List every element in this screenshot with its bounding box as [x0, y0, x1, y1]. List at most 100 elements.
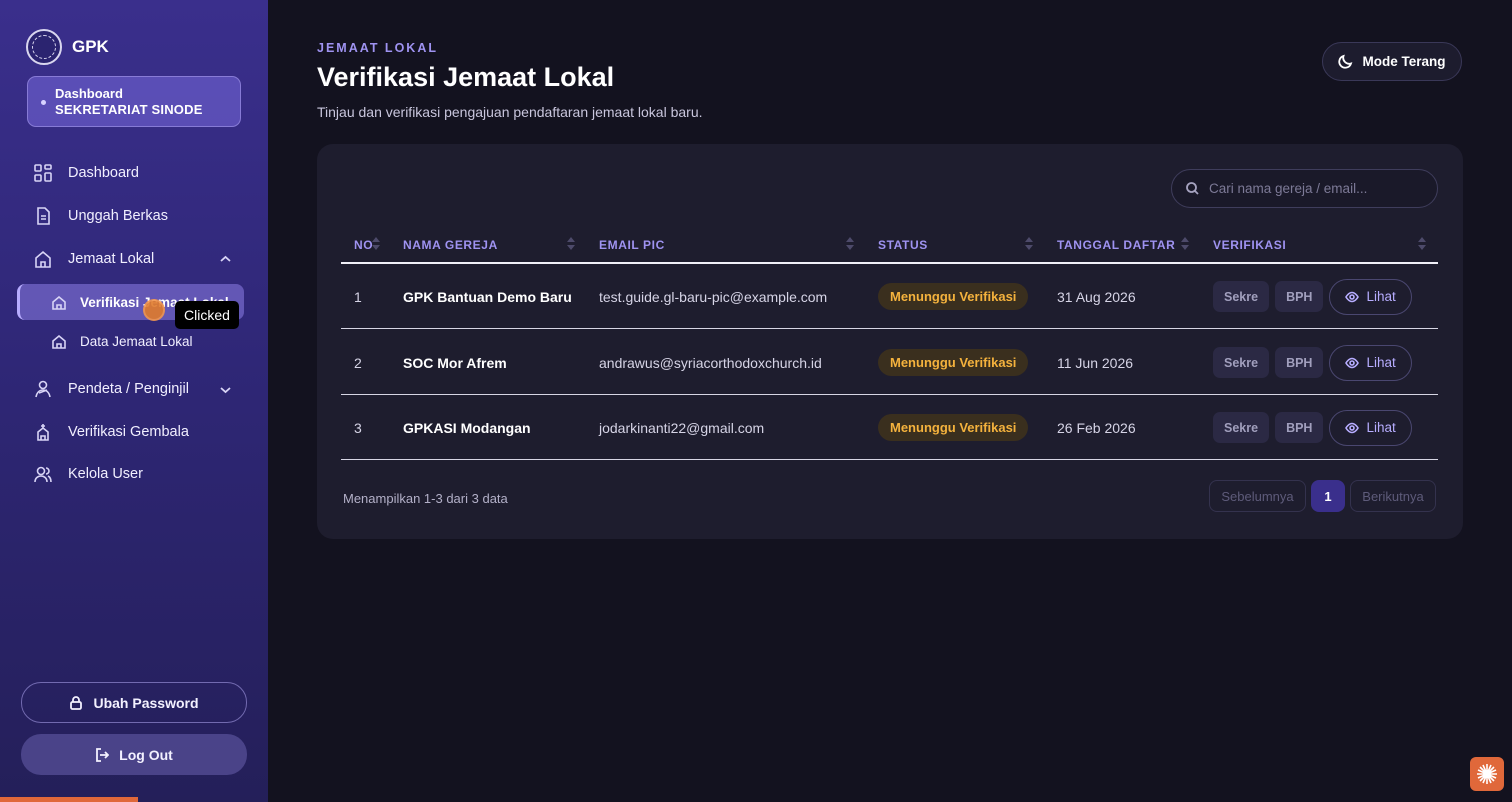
mode-toggle-button[interactable]: Mode Terang: [1322, 42, 1462, 81]
sidebar-item-label: Pendeta / Penginjil: [68, 381, 189, 397]
home-icon: [52, 295, 66, 310]
sekre-chip[interactable]: Sekre: [1213, 412, 1270, 443]
prev-page-button[interactable]: Sebelumnya: [1209, 480, 1306, 512]
column-header-email-pic[interactable]: EMAIL PIC: [599, 238, 665, 252]
gpk-logo-icon: [26, 29, 62, 65]
sidebar-item-label: Kelola User: [68, 466, 143, 482]
table-header: NO NAMA GEREJA EMAIL PIC STATUS TANGGAL …: [341, 230, 1438, 264]
bph-chip[interactable]: BPH: [1275, 412, 1324, 443]
table-row: 1 GPK Bantuan Demo Baru test.guide.gl-ba…: [341, 264, 1438, 329]
moon-icon: [1338, 54, 1353, 69]
sidebar-item-kelola-user[interactable]: Kelola User: [34, 465, 143, 483]
lihat-button[interactable]: Lihat: [1329, 278, 1412, 315]
page-number-button[interactable]: 1: [1311, 480, 1345, 512]
assistant-launcher-icon[interactable]: [1470, 757, 1504, 791]
column-header-nama-gereja[interactable]: NAMA GEREJA: [403, 238, 498, 252]
row-nama-gereja: GPKASI Modangan: [403, 419, 531, 436]
column-header-no[interactable]: NO: [354, 238, 373, 252]
sort-icon[interactable]: [1181, 237, 1189, 251]
role-title: Dashboard: [55, 86, 123, 101]
search-input[interactable]: [1209, 181, 1429, 196]
sidebar-item-jemaat-lokal[interactable]: Jemaat Lokal: [34, 250, 154, 268]
brand[interactable]: GPK: [26, 29, 109, 65]
role-dot-icon: [41, 100, 46, 105]
sort-icon[interactable]: [1418, 237, 1426, 251]
logout-label: Log Out: [119, 746, 173, 763]
sidebar-item-label: Unggah Berkas: [68, 208, 168, 224]
person-icon: [35, 380, 51, 398]
page-title: Verifikasi Jemaat Lokal: [317, 62, 615, 92]
sort-icon[interactable]: [372, 237, 380, 251]
row-actions: Sekre BPH Lihat: [1213, 330, 1412, 395]
row-actions: Sekre BPH Lihat: [1213, 264, 1412, 329]
users-icon: [34, 466, 52, 483]
pagination-info: Menampilkan 1-3 dari 3 data: [343, 491, 508, 506]
bph-chip[interactable]: BPH: [1275, 347, 1324, 378]
chevron-up-icon[interactable]: [220, 254, 231, 265]
sidebar-item-data-jemaat-lokal[interactable]: Data Jemaat Lokal: [52, 334, 193, 349]
sidebar-item-pendeta[interactable]: Pendeta / Penginjil: [34, 380, 189, 398]
sidebar: GPK Dashboard SEKRETARIAT SINODE Dashboa…: [0, 0, 268, 802]
row-actions: Sekre BPH Lihat: [1213, 395, 1412, 460]
row-no: 2: [354, 354, 362, 371]
lihat-button[interactable]: Lihat: [1329, 409, 1412, 446]
bottom-accent-bar: [0, 797, 138, 802]
sidebar-item-label: Dashboard: [68, 165, 139, 181]
role-card: Dashboard SEKRETARIAT SINODE: [27, 76, 241, 127]
row-tanggal: 11 Jun 2026: [1057, 354, 1134, 371]
next-page-button[interactable]: Berikutnya: [1350, 480, 1436, 512]
logout-icon: [96, 747, 110, 762]
brand-name: GPK: [72, 37, 109, 56]
row-tanggal: 26 Feb 2026: [1057, 419, 1136, 436]
chevron-down-icon[interactable]: [220, 384, 231, 395]
sort-icon[interactable]: [567, 237, 575, 251]
home-icon: [35, 250, 51, 268]
row-status: Menunggu Verifikasi: [878, 395, 1029, 460]
mode-toggle-label: Mode Terang: [1362, 54, 1446, 69]
row-tanggal: 31 Aug 2026: [1057, 288, 1136, 305]
eye-icon: [1345, 291, 1360, 302]
lihat-label: Lihat: [1366, 420, 1396, 435]
table-row: 3 GPKASI Modangan jodarkinanti22@gmail.c…: [341, 395, 1438, 460]
click-indicator-dot: [143, 299, 165, 321]
row-status: Menunggu Verifikasi: [878, 330, 1029, 395]
search-box[interactable]: [1171, 169, 1438, 208]
logout-button[interactable]: Log Out: [21, 734, 247, 775]
row-nama-gereja: SOC Mor Afrem: [403, 354, 507, 371]
row-email: andrawus@syriacorthodoxchurch.id: [599, 354, 822, 371]
column-header-verifikasi[interactable]: VERIFIKASI: [1213, 238, 1286, 252]
grid-icon: [34, 164, 52, 182]
church-icon: [37, 424, 49, 441]
sidebar-item-label: Verifikasi Gembala: [68, 424, 189, 440]
sort-icon[interactable]: [1025, 237, 1033, 251]
row-nama-gereja: GPK Bantuan Demo Baru: [403, 288, 572, 305]
lihat-label: Lihat: [1366, 355, 1396, 370]
column-header-status[interactable]: STATUS: [878, 238, 928, 252]
row-no: 3: [354, 419, 362, 436]
row-email: jodarkinanti22@gmail.com: [599, 419, 765, 436]
sort-icon[interactable]: [846, 237, 854, 251]
ubah-password-button[interactable]: Ubah Password: [21, 682, 247, 723]
status-badge: Menunggu Verifikasi: [878, 283, 1029, 310]
lihat-button[interactable]: Lihat: [1329, 344, 1412, 381]
row-no: 1: [354, 288, 362, 305]
eye-icon: [1345, 357, 1360, 368]
sidebar-item-dashboard[interactable]: Dashboard: [34, 164, 139, 182]
page-subtitle: Tinjau dan verifikasi pengajuan pendafta…: [317, 104, 703, 120]
sekre-chip[interactable]: Sekre: [1213, 281, 1270, 312]
sidebar-item-verifikasi-gembala[interactable]: Verifikasi Gembala: [34, 423, 189, 441]
row-email: test.guide.gl-baru-pic@example.com: [599, 288, 828, 305]
lock-icon: [70, 695, 83, 710]
file-icon: [37, 207, 50, 225]
column-header-tanggal-daftar[interactable]: TANGGAL DAFTAR: [1057, 238, 1175, 252]
sidebar-item-label: Data Jemaat Lokal: [80, 334, 193, 349]
bph-chip[interactable]: BPH: [1275, 281, 1324, 312]
eye-icon: [1345, 422, 1360, 433]
verification-panel: NO NAMA GEREJA EMAIL PIC STATUS TANGGAL …: [317, 144, 1463, 539]
row-status: Menunggu Verifikasi: [878, 264, 1029, 329]
home-icon: [52, 334, 66, 349]
sekre-chip[interactable]: Sekre: [1213, 347, 1270, 378]
status-badge: Menunggu Verifikasi: [878, 349, 1029, 376]
click-indicator-label: Clicked: [175, 301, 239, 329]
sidebar-item-unggah-berkas[interactable]: Unggah Berkas: [34, 207, 168, 225]
